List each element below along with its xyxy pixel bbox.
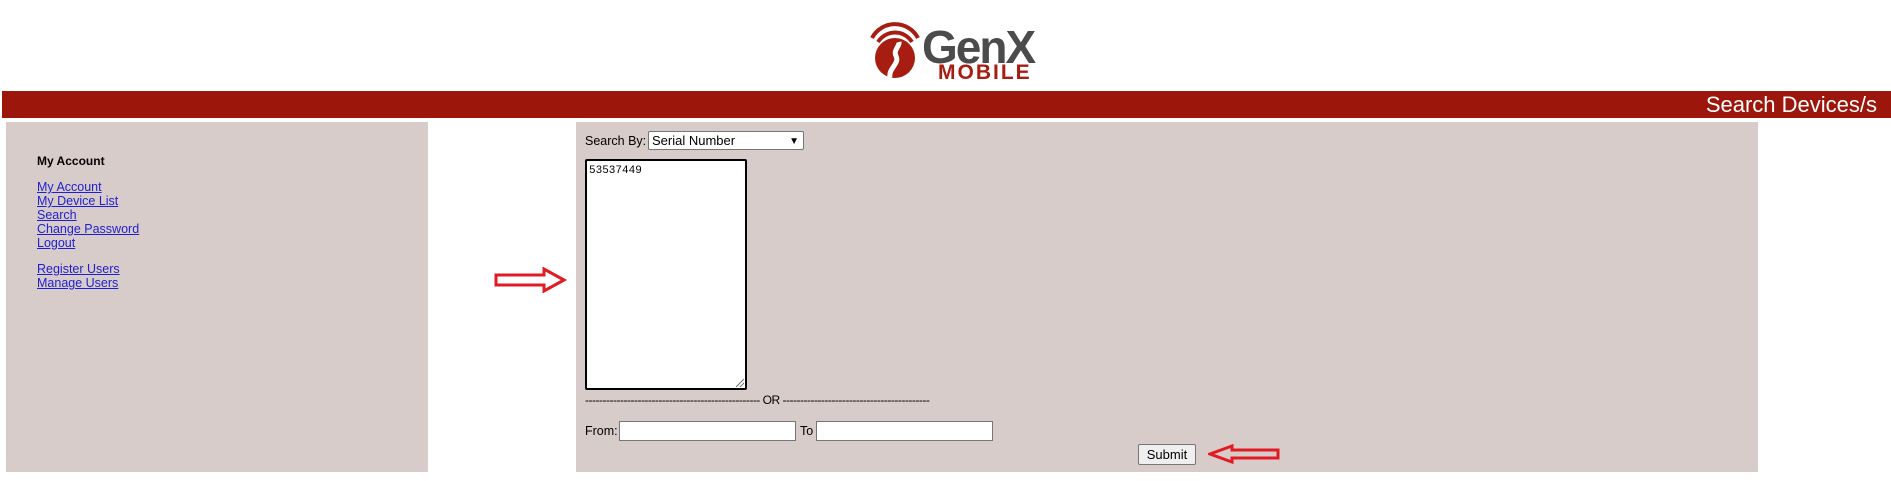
submit-button[interactable]: Submit [1138,444,1196,465]
link-group-spacer [37,250,139,262]
serial-numbers-value: 53537449 [589,165,642,177]
from-label: From: [585,424,618,438]
search-panel: Search By: Serial Number ▼ 53537449 ----… [576,122,1758,472]
to-input[interactable] [816,421,993,441]
sidebar-link-change-password[interactable]: Change Password [37,222,139,236]
chevron-down-icon: ▼ [789,136,799,147]
from-input[interactable] [619,421,796,441]
sidebar: My Account My Account My Device List Sea… [6,122,428,472]
genx-mobile-logo: GenX MOBILE [866,18,1036,84]
sidebar-link-my-device-list[interactable]: My Device List [37,194,139,208]
header-bar: Search Devices/s [2,91,1891,118]
to-label: To [800,424,814,438]
annotation-arrow-right [494,267,568,293]
annotation-arrow-left [1208,444,1280,464]
sidebar-link-register-users[interactable]: Register Users [37,262,139,276]
search-by-label: Search By: [585,134,647,148]
sidebar-link-logout[interactable]: Logout [37,236,139,250]
sidebar-heading: My Account [37,154,105,168]
resize-handle-icon[interactable] [736,379,744,387]
road-signal-icon [870,22,920,79]
sidebar-link-search[interactable]: Search [37,208,139,222]
or-separator: ----------------------------------------… [585,393,930,407]
search-by-value: Serial Number [652,133,736,148]
sidebar-link-manage-users[interactable]: Manage Users [37,276,139,290]
logo-subtitle: MOBILE [938,61,1032,84]
serial-numbers-textarea[interactable]: 53537449 [585,159,747,390]
page-title: Search Devices/s [1705,92,1877,117]
sidebar-link-my-account[interactable]: My Account [37,180,139,194]
sidebar-links: My Account My Device List Search Change … [37,180,139,290]
search-by-select[interactable]: Serial Number ▼ [648,131,804,150]
